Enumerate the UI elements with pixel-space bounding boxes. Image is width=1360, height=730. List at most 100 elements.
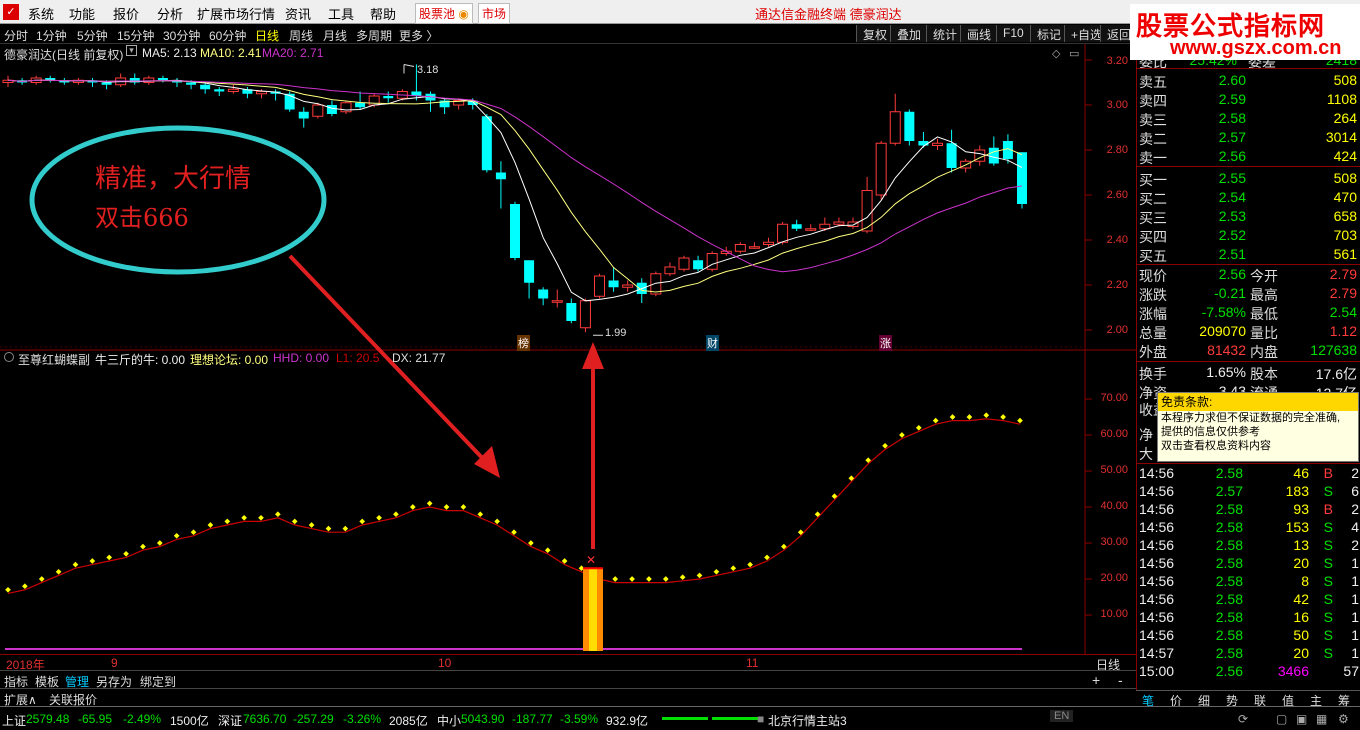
candle-body [200,84,211,90]
ma20-value: MA20: 2.71 [262,46,324,60]
period-tab-15min[interactable]: 15分钟 [117,27,154,44]
indicator-settings-icon[interactable] [4,352,14,362]
bid-row[interactable]: 买五 2.51 561 [1137,246,1360,264]
smb-index-label[interactable]: 中小 [437,712,461,729]
signal-x-marker: ✕ [586,553,596,567]
sh-index-change: -65.95 [78,712,113,726]
panel-toggle-icon[interactable]: ▭ [1069,47,1079,60]
indicator-name[interactable]: 至尊红蝴蝶副 [18,351,90,368]
ma-settings-icon[interactable]: ▾ [126,45,137,56]
menu-analysis[interactable]: 分析 [157,4,183,23]
adjust-button[interactable]: 复权 [856,25,894,42]
market-breadth-bar-2: ▬▬▬▬▬ [712,712,758,723]
period-tab-30min[interactable]: 30分钟 [163,27,200,44]
tick-price: 2.58 [1215,645,1243,661]
menu-tools[interactable]: 工具 [328,4,354,23]
period-tab-60min[interactable]: 60分钟 [209,27,246,44]
sz-index-pct: -3.26% [343,712,382,726]
ime-indicator[interactable]: EN [1050,710,1074,722]
candle-body [608,280,619,288]
tick-count: 4 [1351,519,1359,535]
sh-index-amount: 1500亿 [170,714,209,728]
menu-extended-market[interactable]: 扩展市场行情 [197,4,275,23]
tick-count: 1 [1351,573,1359,589]
menu-function[interactable]: 功能 [69,4,95,23]
bid-price: 2.54 [1218,189,1246,205]
event-marker-rise[interactable]: 涨 [879,335,892,351]
bid-label: 买四 [1139,229,1167,245]
bid-row[interactable]: 买一 2.55 508 [1137,170,1360,188]
candle-body [678,257,690,270]
stats-button[interactable]: 统计 [926,25,964,42]
event-marker-finance[interactable]: 财 [706,335,719,351]
menu-system[interactable]: 系统 [28,4,54,23]
period-tab-1min[interactable]: 1分钟 [36,27,67,44]
menu-help[interactable]: 帮助 [370,4,396,23]
ask-row[interactable]: 卖五 2.60 508 [1137,72,1360,90]
draw-button[interactable]: 画线 [960,25,998,42]
indicator-dot [477,511,484,518]
candle-body [566,303,577,321]
candle-body [875,142,887,196]
period-tab-5min[interactable]: 5分钟 [77,27,108,44]
bid-price: 2.53 [1218,208,1246,224]
period-tab-weekly[interactable]: 周线 [289,27,313,44]
period-tab-intraday[interactable]: 分时 [4,27,28,44]
ask-row[interactable]: 卖四 2.59 1108 [1137,91,1360,109]
candle-body [819,223,831,230]
high-price-mark: 3.18 [417,64,439,76]
bid-row[interactable]: 买四 2.52 703 [1137,227,1360,245]
tick-count: 1 [1351,627,1359,643]
mark-button[interactable]: 标记 [1030,25,1068,42]
sh-index-label[interactable]: 上证 [2,712,26,729]
zoom-in-icon[interactable]: + [1092,672,1100,688]
indicator-dot [376,514,382,521]
big-label: 大 [1139,446,1153,462]
indicator-dot [325,525,332,532]
zoom-out-icon[interactable]: - [1118,672,1123,688]
tick-price: 2.58 [1215,591,1243,607]
disclaimer-tooltip[interactable]: 免责条款: 本程序力求但不保证数据的完全准确, 提供的信息仅供参考 双击查看权息… [1157,392,1359,462]
ask-volume: 424 [1333,148,1357,164]
period-tab-monthly[interactable]: 月线 [323,27,347,44]
sz-index-label[interactable]: 深证 [218,712,242,729]
stock-pool-button[interactable]: 股票池 ◉ [415,3,473,24]
split-layout-icon[interactable]: ▣ [1296,712,1307,726]
menu-quote[interactable]: 报价 [113,4,139,23]
kline-chart-area[interactable]: ✕ 德豪润达(日线 前复权) ▾ MA5: 2.13 MA10: 2.41 MA… [0,44,1136,654]
tick-row: 14:56 2.58 13 S 2 [1137,537,1360,555]
ask-row[interactable]: 卖二 2.57 3014 [1137,129,1360,147]
grid-layout-icon[interactable]: ▦ [1316,712,1327,726]
event-marker-list[interactable]: 榜 [517,335,530,351]
period-tab-more[interactable]: 更多 〉 [399,27,438,44]
menu-info[interactable]: 资讯 [285,4,311,23]
period-tab-multi[interactable]: 多周期 [356,27,392,44]
server-name[interactable]: 北京行情主站3 [768,712,847,729]
tick-side: S [1323,555,1333,571]
indicator-axis-label: 20.00 [1100,572,1128,584]
indicator-value-4: L1: 20.5 [336,351,380,365]
market-breadth-bar-1: ▬▬▬▬▬ [662,712,708,723]
tick-time: 14:56 [1139,591,1175,607]
market-button[interactable]: 市场 [478,3,511,24]
f10-button[interactable]: F10 [996,25,1030,42]
diamond-icon[interactable]: ◇ [1052,47,1060,60]
settings-icon[interactable]: ⚙ [1338,712,1349,726]
tick-side: S [1323,519,1333,535]
candle-body [918,141,929,146]
ask-row[interactable]: 卖一 2.56 424 [1137,148,1360,166]
window-layout-icon[interactable]: ▢ [1276,712,1287,726]
tick-price: 2.58 [1215,519,1243,535]
tick-time: 14:56 [1139,555,1175,571]
refresh-icon[interactable]: ⟳ [1238,712,1248,726]
watermark-logo: 股票公式指标网 www.gszx.com.cn [1130,4,1360,60]
period-tab-daily[interactable]: 日线 [255,27,279,44]
sz-index-value: 7636.70 [243,712,287,726]
overlay-button[interactable]: 叠加 [890,25,928,42]
ask-label: 卖二 [1139,131,1167,147]
stock-pool-label: 股票池 [419,7,456,21]
tick-time: 14:56 [1139,519,1175,535]
bid-row[interactable]: 买三 2.53 658 [1137,208,1360,226]
bid-row[interactable]: 买二 2.54 470 [1137,189,1360,207]
ask-row[interactable]: 卖三 2.58 264 [1137,110,1360,128]
